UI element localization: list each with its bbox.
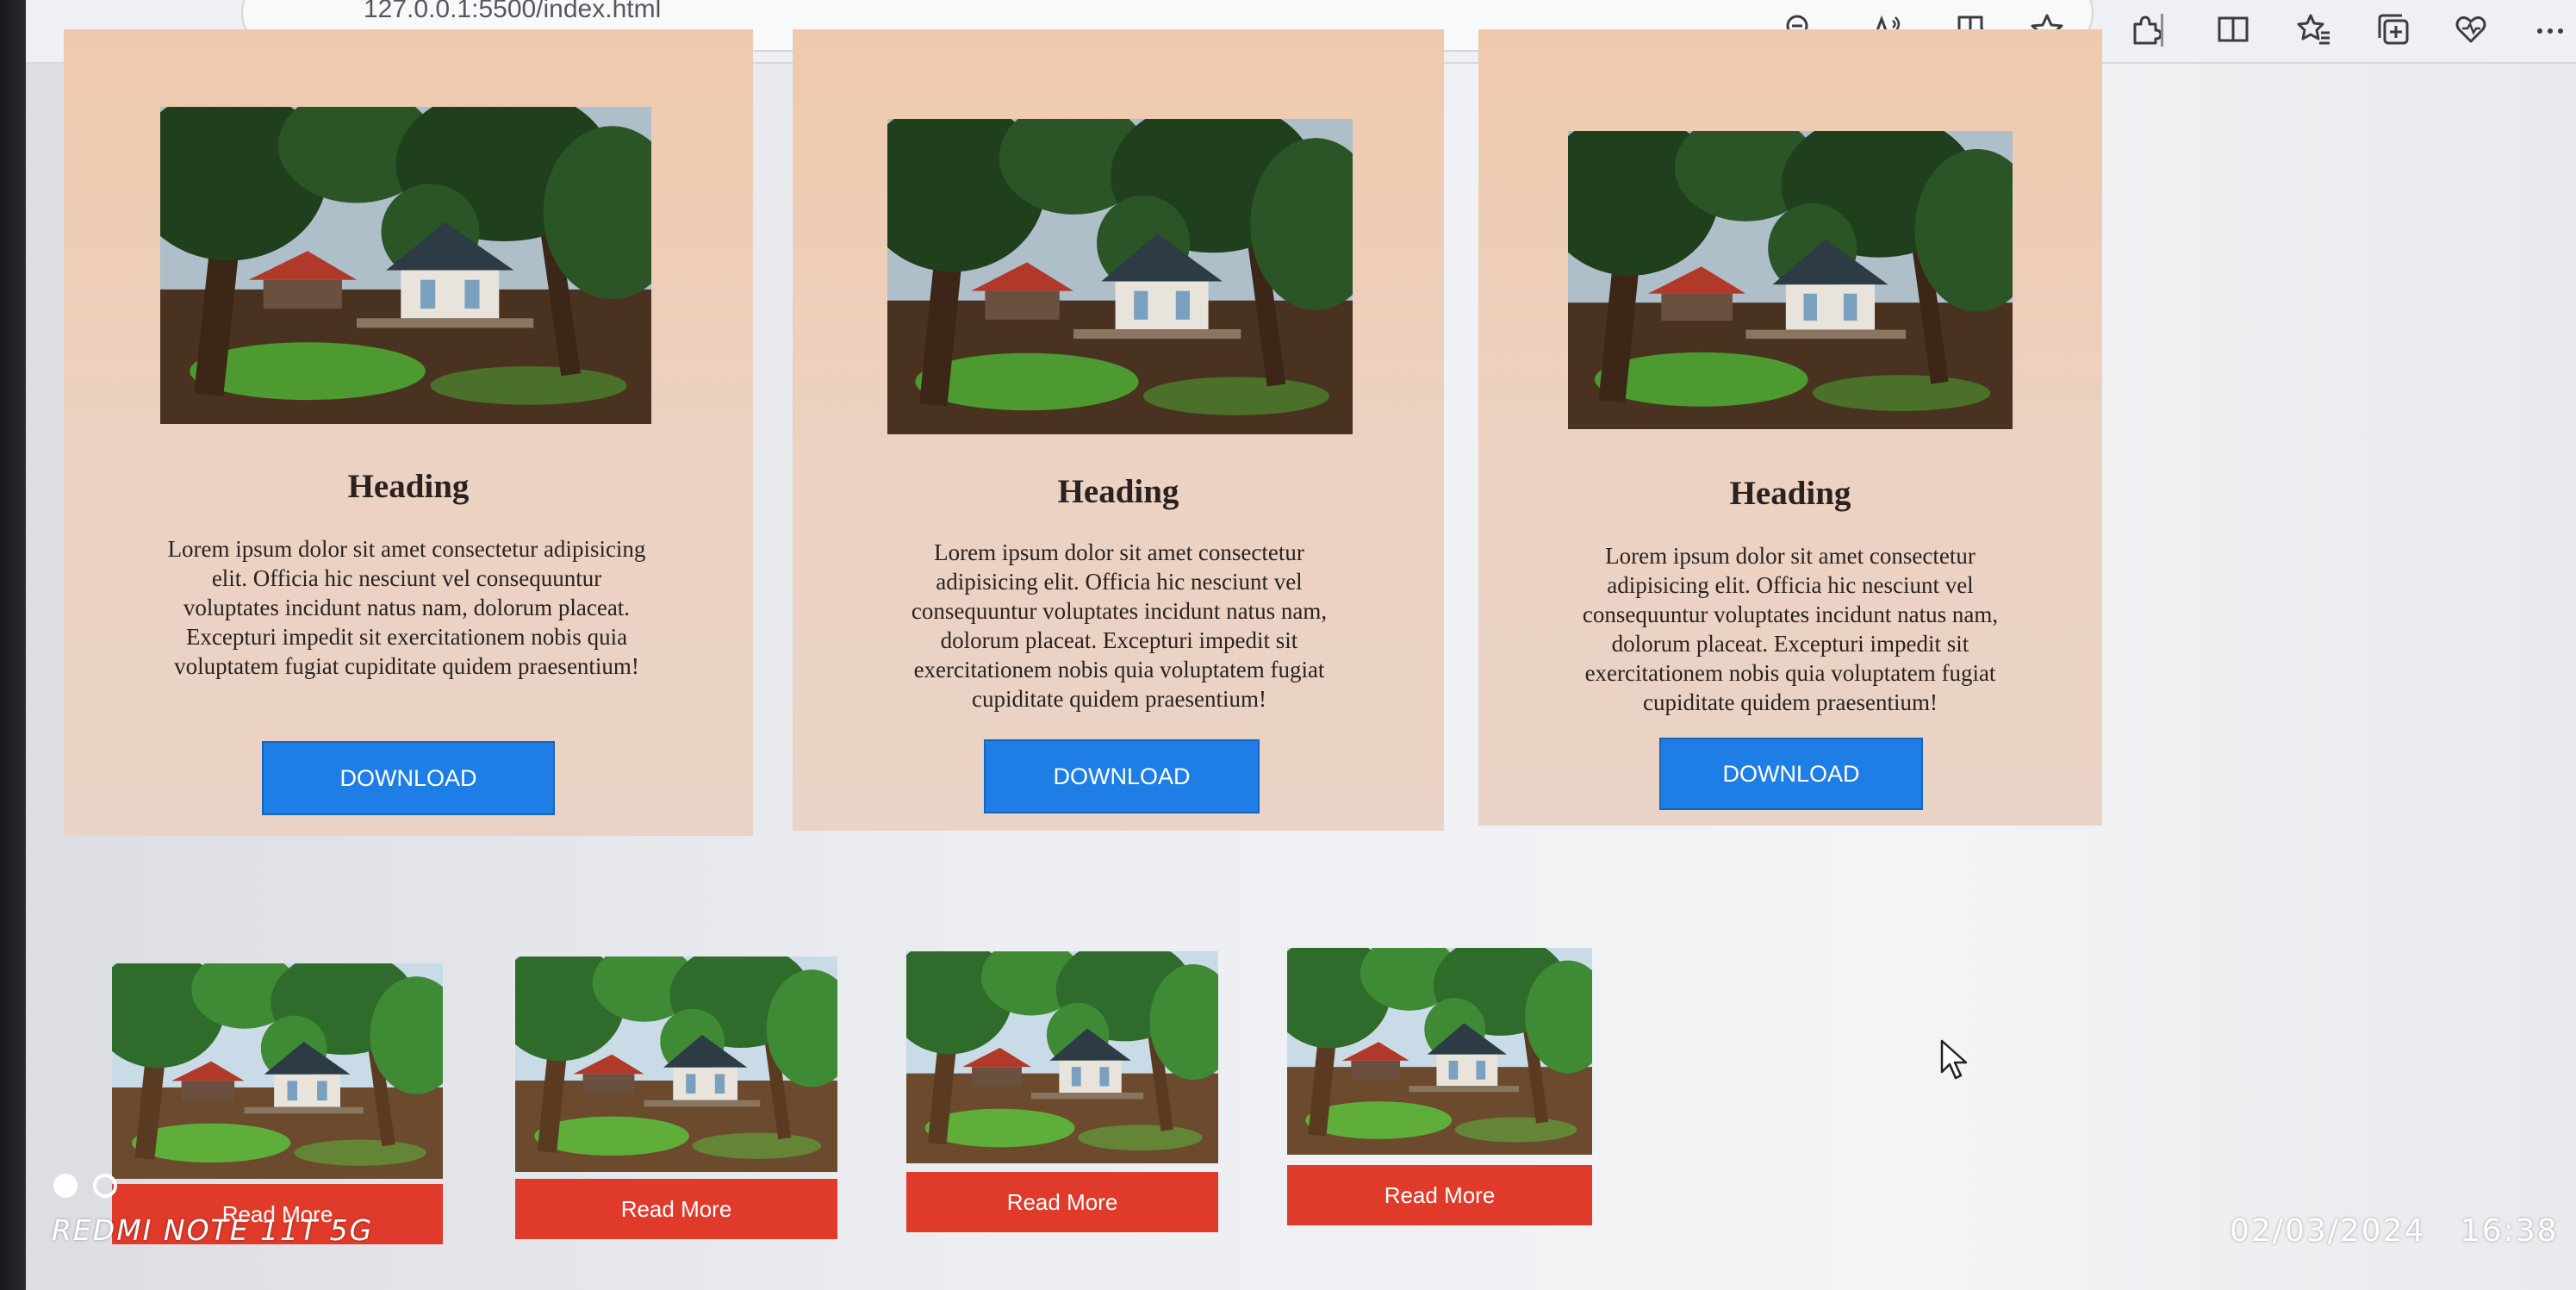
read-more-button[interactable]: Read More <box>1287 1165 1592 1225</box>
thumbnail-image <box>515 957 837 1172</box>
camera-datetime-watermark: 02/03/2024 16:38 <box>2230 1213 2559 1249</box>
download-button[interactable]: DOWNLOAD <box>1659 738 1923 810</box>
camera-time: 16:38 <box>2460 1213 2559 1249</box>
card-description: Lorem ipsum dolor sit amet consectetur a… <box>1582 543 1999 715</box>
card-heading: Heading <box>347 468 470 505</box>
read-more-button[interactable]: Read More <box>906 1172 1218 1232</box>
thumbnail-card-1: Read More <box>112 963 443 1244</box>
thumbnail-image <box>112 963 443 1179</box>
card-description: Lorem ipsum dolor sit amet consectetur a… <box>911 539 1328 712</box>
card-image <box>1568 131 2013 429</box>
favorites-icon[interactable] <box>2290 5 2338 53</box>
web-page-content: Heading Lorem ipsum dolor sit amet conse… <box>26 29 2576 1290</box>
dot-filled-icon <box>53 1174 78 1198</box>
browser-essentials-icon[interactable] <box>2447 5 2495 53</box>
photo-of-screen: 127.0.0.1:5500/index.html Heading Lorem … <box>0 0 2576 1290</box>
address-bar-url[interactable]: 127.0.0.1:5500/index.html <box>364 0 661 24</box>
more-options-icon[interactable] <box>2526 5 2574 53</box>
thumbnail-card-2: Read More <box>515 957 837 1239</box>
toolbar-separator <box>2161 14 2163 47</box>
card-2: Heading Lorem ipsum dolor sit amet conse… <box>793 29 1444 831</box>
mouse-pointer-icon <box>1940 1039 1968 1080</box>
camera-watermark-dots <box>53 1174 117 1198</box>
card-heading: Heading <box>1057 473 1179 510</box>
thumbnail-card-3: Read More <box>906 951 1218 1232</box>
card-image <box>160 107 651 424</box>
collections-icon[interactable] <box>2369 5 2417 53</box>
thumbnail-image <box>1287 948 1592 1155</box>
card-description: Lorem ipsum dolor sit amet consectetur a… <box>167 536 646 679</box>
download-button[interactable]: DOWNLOAD <box>262 741 555 815</box>
download-button[interactable]: DOWNLOAD <box>984 739 1260 813</box>
read-more-button[interactable]: Read More <box>515 1179 837 1239</box>
camera-model-watermark: REDMI NOTE 11T 5G <box>52 1213 374 1247</box>
card-heading: Heading <box>1729 475 1851 512</box>
thumbnail-image <box>906 951 1218 1163</box>
card-image <box>887 119 1353 434</box>
monitor-bezel <box>0 0 26 1290</box>
split-screen-icon[interactable] <box>2209 5 2257 53</box>
card-1: Heading Lorem ipsum dolor sit amet conse… <box>64 29 753 836</box>
card-3: Heading Lorem ipsum dolor sit amet conse… <box>1478 29 2102 826</box>
thumbnail-card-4: Read More <box>1287 948 1592 1225</box>
dot-outline-icon <box>93 1174 117 1198</box>
camera-date: 02/03/2024 <box>2230 1213 2426 1249</box>
